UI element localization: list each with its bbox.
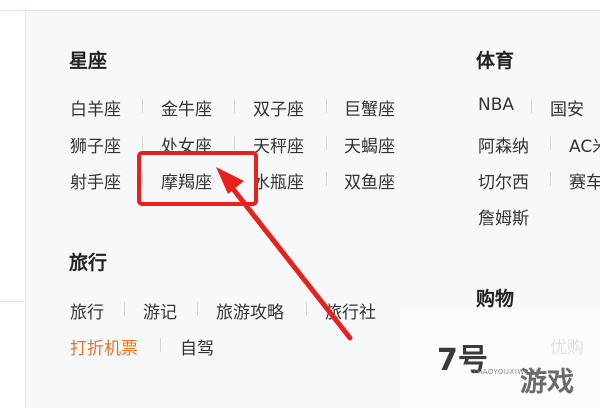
separator — [234, 136, 235, 150]
section-title-travel: 旅行 — [69, 252, 108, 274]
link-ac-milan[interactable]: AC米 — [569, 132, 600, 157]
top-bar — [0, 0, 600, 11]
link-pisces[interactable]: 双鱼座 — [344, 168, 395, 193]
link-travel-guide[interactable]: 旅游攻略 — [216, 298, 284, 323]
separator — [550, 172, 551, 186]
link-james[interactable]: 詹姆斯 — [478, 204, 529, 229]
link-scorpio[interactable]: 天蝎座 — [344, 132, 395, 157]
sidebar-divider — [0, 301, 24, 302]
link-libra[interactable]: 天秤座 — [253, 132, 304, 157]
link-aquarius[interactable]: 水瓶座 — [253, 168, 304, 193]
separator — [142, 136, 143, 150]
separator — [124, 302, 125, 316]
left-sidebar — [0, 11, 24, 408]
link-taurus[interactable]: 金牛座 — [161, 95, 212, 120]
link-discount-tickets[interactable]: 打折机票 — [70, 334, 138, 359]
link-travel[interactable]: 旅行 — [70, 298, 104, 323]
link-gemini[interactable]: 双子座 — [253, 95, 304, 120]
link-sagittarius[interactable]: 射手座 — [70, 168, 121, 193]
separator — [160, 338, 161, 352]
link-cancer[interactable]: 巨蟹座 — [344, 95, 395, 120]
separator — [550, 136, 551, 150]
separator — [326, 136, 327, 150]
link-self-drive[interactable]: 自驾 — [180, 334, 214, 359]
link-aries[interactable]: 白羊座 — [70, 95, 121, 120]
section-title-sports: 体育 — [476, 50, 515, 72]
link-arsenal[interactable]: 阿森纳 — [478, 132, 529, 157]
section-title-shopping: 购物 — [476, 288, 515, 310]
separator — [197, 302, 198, 316]
link-leo[interactable]: 狮子座 — [70, 132, 121, 157]
separator — [531, 99, 532, 113]
link-travelogue[interactable]: 游记 — [143, 298, 177, 323]
link-guoan[interactable]: 国安 — [550, 95, 584, 120]
watermark-game-text: 游戏 — [520, 367, 574, 398]
separator — [326, 99, 327, 113]
link-racing[interactable]: 赛车 — [569, 168, 600, 193]
separator — [326, 172, 327, 186]
link-nba[interactable]: NBA — [478, 95, 514, 115]
highlight-box — [137, 151, 258, 206]
link-chelsea[interactable]: 切尔西 — [478, 168, 529, 193]
section-title-constellation: 星座 — [69, 50, 108, 72]
link-travel-agency[interactable]: 旅行社 — [325, 298, 376, 323]
separator — [142, 99, 143, 113]
separator — [234, 99, 235, 113]
separator — [306, 302, 307, 316]
